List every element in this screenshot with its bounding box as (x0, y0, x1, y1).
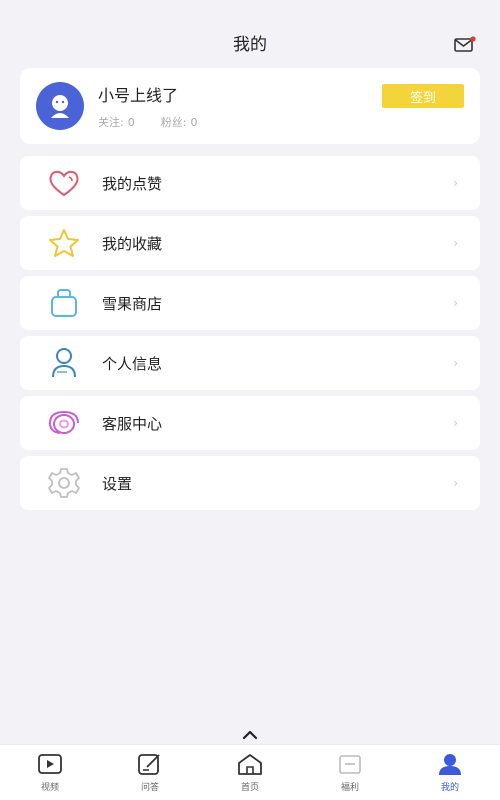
menu-item-customer-service[interactable]: 客服中心 › (20, 396, 480, 450)
gear-icon (44, 466, 84, 500)
chevron-right-icon: › (453, 476, 458, 490)
tab-video[interactable]: 视频 (15, 751, 85, 793)
profile-card[interactable]: 小号上线了 关注: 0 粉丝: 0 签到 (20, 68, 480, 144)
menu-item-settings[interactable]: 设置 › (20, 456, 480, 510)
heart-icon (44, 166, 84, 200)
menu-list: 我的点赞 › 我的收藏 › 雪果商店 › 个人信息 › 客服中心 › 设置 › (20, 156, 480, 516)
menu-item-likes[interactable]: 我的点赞 › (20, 156, 480, 210)
follow-label: 关注: (98, 116, 124, 129)
tab-label: 视频 (40, 783, 59, 793)
star-icon (44, 226, 84, 260)
menu-label: 设置 (102, 474, 133, 493)
home-icon (235, 751, 265, 777)
tab-label: 福利 (340, 783, 359, 793)
chevron-up-icon[interactable] (238, 728, 262, 742)
my-page: 我的 小号上线了 关注: 0 粉丝: 0 签到 我的点赞 › 我的收藏 › 雪果… (0, 0, 500, 800)
tab-qa[interactable]: 问答 (115, 751, 185, 793)
edit-icon (135, 751, 165, 777)
gift-icon (335, 751, 365, 777)
fans-stat[interactable]: 粉丝: 0 (161, 114, 198, 130)
nickname: 小号上线了 (98, 86, 179, 105)
customer-service-icon (44, 406, 84, 440)
menu-label: 客服中心 (102, 414, 163, 433)
fans-label: 粉丝: (160, 116, 187, 129)
follow-count: 0 (127, 116, 135, 129)
shopping-bag-icon (44, 286, 84, 320)
video-icon (35, 751, 65, 777)
profile-info: 小号上线了 关注: 0 粉丝: 0 (98, 82, 382, 130)
menu-item-shop[interactable]: 雪果商店 › (20, 276, 480, 330)
chevron-right-icon: › (453, 296, 458, 310)
chevron-right-icon: › (453, 236, 458, 250)
tab-label: 问答 (140, 783, 159, 793)
chevron-right-icon: › (453, 416, 458, 430)
user-icon (44, 346, 84, 380)
tab-label: 首页 (240, 783, 259, 793)
profile-stats: 关注: 0 粉丝: 0 (98, 114, 382, 130)
page-title: 我的 (233, 34, 267, 55)
menu-label: 我的点赞 (102, 174, 163, 193)
fans-count: 0 (190, 116, 198, 129)
tab-welfare[interactable]: 福利 (315, 751, 385, 793)
follow-stat[interactable]: 关注: 0 (98, 114, 135, 130)
chevron-right-icon: › (453, 356, 458, 370)
tab-mine[interactable]: 我的 (415, 751, 485, 793)
menu-item-profile[interactable]: 个人信息 › (20, 336, 480, 390)
menu-label: 雪果商店 (102, 294, 163, 313)
avatar[interactable] (36, 82, 84, 130)
menu-label: 个人信息 (102, 354, 163, 373)
menu-item-favorites[interactable]: 我的收藏 › (20, 216, 480, 270)
header: 我的 (0, 0, 500, 64)
tab-home[interactable]: 首页 (215, 751, 285, 793)
bottom-tab-bar: 视频 问答 首页 福利 我的 (0, 744, 500, 800)
avatar-icon (51, 95, 69, 118)
mail-icon[interactable] (454, 36, 476, 52)
menu-label: 我的收藏 (102, 234, 163, 253)
profile-icon (435, 751, 465, 777)
tab-label: 我的 (440, 783, 459, 793)
signin-button[interactable]: 签到 (382, 84, 464, 108)
chevron-right-icon: › (453, 176, 458, 190)
